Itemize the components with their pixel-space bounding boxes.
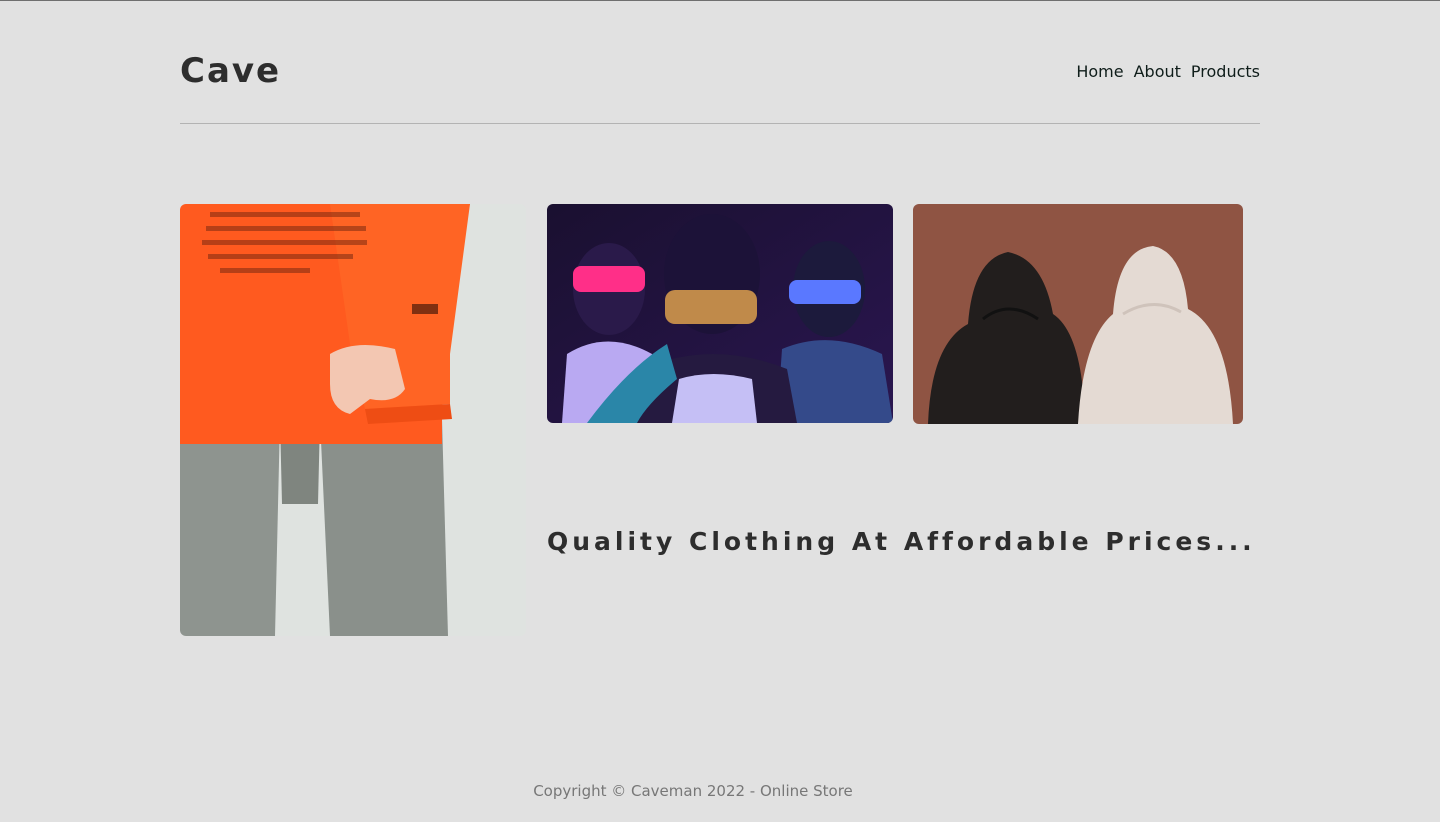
header-divider (180, 123, 1260, 124)
footer-copyright: Copyright © Caveman 2022 - Online Store (533, 782, 853, 800)
orange-shirt-photo (180, 204, 526, 636)
blindfolded-group-photo (547, 204, 893, 423)
site-logo[interactable]: Cave (180, 51, 281, 91)
nav-about-link[interactable]: About (1134, 61, 1181, 83)
hoodies-photo (913, 204, 1243, 424)
page: Cave Home About Products Quality Clothin… (0, 0, 1440, 822)
nav-home-link[interactable]: Home (1076, 61, 1123, 83)
main-nav: Home About Products (1076, 61, 1260, 83)
nav-products-link[interactable]: Products (1191, 61, 1260, 83)
hero-tagline: Quality Clothing At Affordable Prices... (547, 527, 1256, 556)
